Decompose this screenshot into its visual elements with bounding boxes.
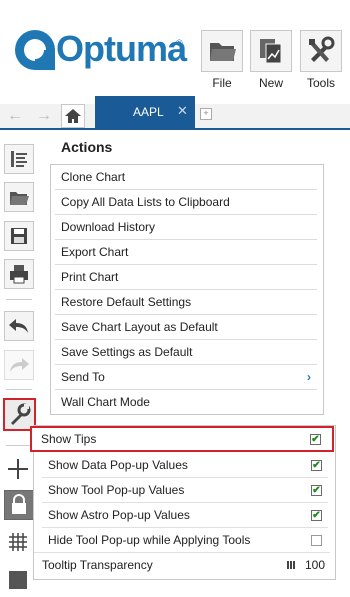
file-label: File [212,76,232,90]
wrench-icon [11,403,31,425]
hide-tool-popup-checkbox[interactable] [311,535,322,546]
undo-icon [9,319,28,333]
forward-arrow-icon[interactable]: → [33,104,55,128]
new-button[interactable] [250,30,292,72]
menu-item-export-chart[interactable]: Export Chart [55,240,317,265]
app-logo-text: Optuma [56,28,187,69]
list-icon [11,151,27,167]
lock-icon [12,494,26,514]
show-tips-label: Show Tips [41,432,97,446]
show-tips-checkbox[interactable]: ✔ [310,434,321,445]
chevron-right-icon: › [307,370,311,384]
back-arrow-icon[interactable]: ← [4,104,26,128]
tooltip-transparency-value[interactable]: 100 [305,553,325,577]
save-button[interactable] [4,221,34,251]
close-tab-icon[interactable]: ✕ [177,103,188,119]
tooltip-transparency-row[interactable]: Tooltip Transparency 100 [34,553,330,577]
print-button[interactable] [4,259,34,289]
menu-item-send-to[interactable]: Send To › [55,365,317,390]
option-label: Show Tool Pop-up Values [48,483,185,497]
tooltip-transparency-label: Tooltip Transparency [42,558,153,572]
layout-button[interactable] [4,566,34,596]
open-folder-icon [10,192,29,205]
actions-title: Actions [61,139,113,155]
tab-aapl[interactable]: AAPL ✕ [95,96,195,128]
show-tool-popup-row[interactable]: Show Tool Pop-up Values ✔ [42,478,330,502]
optuma-logo-icon [15,30,55,70]
new-label: New [258,76,283,90]
option-label: Show Astro Pop-up Values [48,508,190,522]
printer-icon [10,265,28,284]
registered-mark: ® [176,38,183,48]
toolbar-divider [6,445,32,446]
menu-item-print-chart[interactable]: Print Chart [55,265,317,290]
show-astro-popup-row[interactable]: Show Astro Pop-up Values ✔ [42,503,330,527]
show-tool-popup-checkbox[interactable]: ✔ [311,485,322,496]
lock-button[interactable] [4,490,34,520]
tab-label: AAPL [133,105,164,119]
menu-item-save-settings-default[interactable]: Save Settings as Default [55,340,317,365]
home-icon [65,109,81,123]
new-chart-icon [260,39,282,64]
menu-item-restore-defaults[interactable]: Restore Default Settings [55,290,317,315]
option-label: Hide Tool Pop-up while Applying Tools [48,533,251,547]
slider-grip-icon[interactable] [286,560,296,570]
save-icon [11,228,27,244]
menu-item-label: Send To [61,370,105,384]
add-tab-button[interactable]: + [200,108,212,120]
hide-tool-popup-row[interactable]: Hide Tool Pop-up while Applying Tools [42,528,330,552]
redo-button[interactable] [4,350,34,380]
toolbar-divider [6,389,32,390]
menu-item-download-history[interactable]: Download History [55,215,317,240]
open-workbook-button[interactable] [4,182,34,212]
undo-button[interactable] [4,311,34,341]
tools-icon [309,36,335,62]
file-button[interactable] [201,30,243,72]
list-panel-button[interactable] [4,144,34,174]
option-label: Show Data Pop-up Values [48,458,188,472]
menu-item-copy-data-lists[interactable]: Copy All Data Lists to Clipboard [55,190,317,215]
home-button[interactable] [61,104,85,128]
menu-item-save-layout-default[interactable]: Save Chart Layout as Default [55,315,317,340]
crosshair-icon [8,459,28,479]
grid-icon [9,533,27,551]
redo-icon [10,358,29,372]
folder-icon [210,43,236,61]
menu-item-clone-chart[interactable]: Clone Chart [55,165,317,190]
tools-button[interactable] [300,30,342,72]
grid-button[interactable] [4,528,34,558]
toolbar-divider [6,299,32,300]
show-tips-row[interactable]: Show Tips ✔ [30,426,334,452]
layout-icon [9,571,27,589]
crosshair-button[interactable] [4,455,34,485]
tools-label: Tools [306,76,335,90]
show-data-popup-row[interactable]: Show Data Pop-up Values ✔ [42,453,330,477]
actions-menu: Clone Chart Copy All Data Lists to Clipb… [50,164,324,415]
menu-item-wall-chart-mode[interactable]: Wall Chart Mode [55,390,317,414]
show-data-popup-checkbox[interactable]: ✔ [311,460,322,471]
show-astro-popup-checkbox[interactable]: ✔ [311,510,322,521]
